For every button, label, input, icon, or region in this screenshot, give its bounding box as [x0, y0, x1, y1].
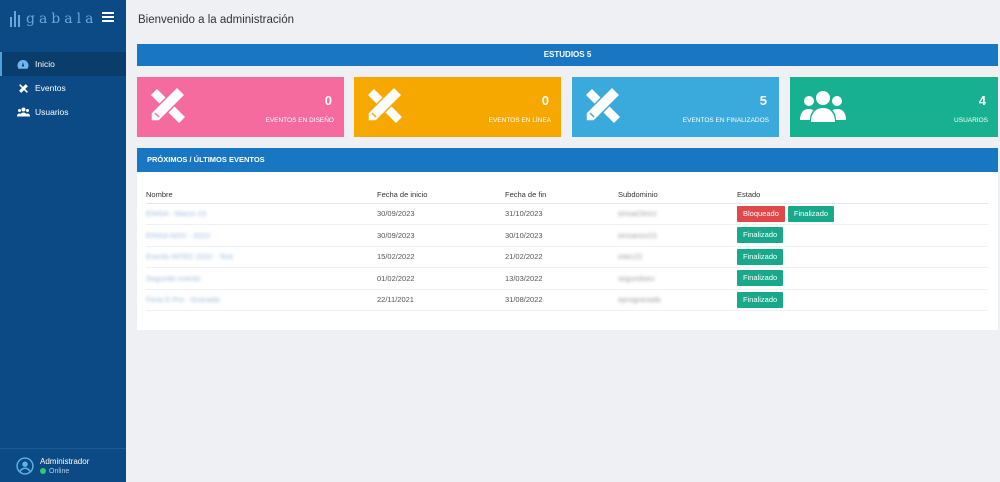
sidebar-item-label: Usuarios: [35, 107, 69, 117]
column-header-fecha-fin: Fecha de fin: [505, 187, 618, 204]
users-icon: [800, 91, 846, 122]
event-status: Finalizado: [737, 267, 988, 290]
event-subdomain: intec22: [618, 246, 737, 268]
user-panel[interactable]: Administrador Online: [0, 448, 126, 482]
stat-value: 0: [541, 93, 549, 108]
event-end: 21/02/2022: [505, 246, 618, 268]
event-start: 01/02/2022: [377, 267, 505, 290]
online-status-icon: [40, 468, 46, 474]
event-name[interactable]: Segundo evento: [146, 267, 377, 290]
stat-card-finalizados[interactable]: 5 EVENTOS EN FINALIZADOS: [572, 77, 779, 137]
event-subdomain: einsa23mrz: [618, 203, 737, 225]
event-start: 15/02/2022: [377, 246, 505, 268]
event-status: Bloqueado Finalizado: [737, 203, 988, 225]
column-header-fecha-inicio: Fecha de inicio: [377, 187, 505, 204]
dashboard-icon: [16, 58, 30, 70]
stat-label: EVENTOS EN LÍNEA: [488, 117, 551, 124]
table-row[interactable]: Evento INTEC 2022 - Test 15/02/2022 21/0…: [146, 246, 988, 268]
stat-label: USUARIOS: [954, 117, 988, 124]
brand-name: gabala: [26, 11, 98, 27]
table-row[interactable]: EINSA - Marzo 23 30/09/2023 31/10/2023 e…: [146, 203, 988, 225]
sidebar-item-eventos[interactable]: Eventos: [0, 76, 126, 100]
event-name[interactable]: EINSA - Marzo 23: [146, 203, 377, 225]
stat-value: 0: [324, 93, 332, 108]
users-icon: [16, 106, 30, 118]
status-badge-finalizado[interactable]: Finalizado: [787, 205, 835, 222]
event-subdomain: segundoev: [618, 267, 737, 290]
event-start: 30/09/2023: [377, 224, 505, 247]
sidebar-item-inicio[interactable]: Inicio: [0, 52, 126, 76]
logo-bars-icon: [10, 11, 20, 27]
event-name[interactable]: Evento INTEC 2022 - Test: [146, 246, 377, 268]
sidebar-item-label: Inicio: [35, 59, 55, 69]
events-panel: PRÓXIMOS / ÚLTIMOS EVENTOS Nombre Fecha …: [137, 148, 998, 330]
stat-card-diseno[interactable]: 0 EVENTOS EN DISEÑO: [137, 77, 344, 137]
pencil-ruler-icon: [585, 85, 622, 123]
event-status: Finalizado: [737, 289, 988, 311]
event-start: 30/09/2023: [377, 203, 505, 225]
table-row[interactable]: EINSA NOV - 2023 30/09/2023 30/10/2023 e…: [146, 224, 988, 247]
sidebar-nav: Inicio Eventos Usuarios: [0, 52, 126, 124]
user-name: Administrador: [40, 456, 90, 466]
event-name[interactable]: Feria E.Pro - Granada: [146, 289, 377, 311]
tools-icon: [16, 82, 30, 94]
sidebar-item-label: Eventos: [35, 83, 66, 93]
pencil-ruler-icon: [150, 85, 187, 123]
sidebar: gabala Inicio Eventos Usuarios Administr…: [0, 0, 126, 482]
page-title: Bienvenido a la administración: [138, 14, 294, 26]
status-badge-finalizado[interactable]: Finalizado: [737, 270, 784, 287]
stat-label: EVENTOS EN DISEÑO: [265, 117, 334, 124]
column-header-subdominio: Subdominio: [618, 187, 737, 204]
stat-card-usuarios[interactable]: 4 USUARIOS: [790, 77, 998, 137]
user-status: Online: [40, 468, 89, 475]
status-badge-finalizado[interactable]: Finalizado: [737, 291, 784, 308]
menu-toggle-icon[interactable]: [102, 12, 114, 22]
event-status: Finalizado: [737, 224, 988, 247]
user-avatar-icon: [16, 456, 34, 475]
stat-value: 4: [978, 93, 986, 108]
table-row[interactable]: Feria E.Pro - Granada 22/11/2021 31/08/2…: [146, 289, 988, 311]
status-badge-finalizado[interactable]: Finalizado: [737, 248, 784, 265]
event-end: 30/10/2023: [505, 224, 618, 247]
user-status-text: Online: [49, 467, 70, 475]
table-row[interactable]: Segundo evento 01/02/2022 13/03/2022 seg…: [146, 267, 988, 290]
event-subdomain: eprogranada: [618, 289, 737, 311]
column-header-estado: Estado: [737, 187, 988, 204]
stat-value: 5: [759, 93, 767, 108]
event-start: 22/11/2021: [377, 289, 505, 311]
sidebar-item-usuarios[interactable]: Usuarios: [0, 100, 126, 124]
event-name[interactable]: EINSA NOV - 2023: [146, 224, 377, 247]
stat-label: EVENTOS EN FINALIZADOS: [682, 117, 769, 124]
studies-banner: ESTUDIOS 5: [137, 44, 998, 66]
brand-logo: gabala: [10, 11, 97, 27]
event-end: 13/03/2022: [505, 267, 618, 290]
column-header-nombre: Nombre: [146, 187, 377, 204]
table-header-row: Nombre Fecha de inicio Fecha de fin Subd…: [146, 187, 988, 204]
event-subdomain: einsanov23: [618, 224, 737, 247]
status-badge-bloqueado[interactable]: Bloqueado: [737, 205, 785, 222]
event-end: 31/10/2023: [505, 203, 618, 225]
events-table: Nombre Fecha de inicio Fecha de fin Subd…: [146, 187, 988, 311]
event-status: Finalizado: [737, 246, 988, 268]
events-panel-title: PRÓXIMOS / ÚLTIMOS EVENTOS: [137, 148, 998, 172]
pencil-ruler-icon: [367, 85, 404, 123]
stat-card-linea[interactable]: 0 EVENTOS EN LÍNEA: [354, 77, 561, 137]
status-badge-finalizado[interactable]: Finalizado: [737, 227, 784, 244]
event-end: 31/08/2022: [505, 289, 618, 311]
